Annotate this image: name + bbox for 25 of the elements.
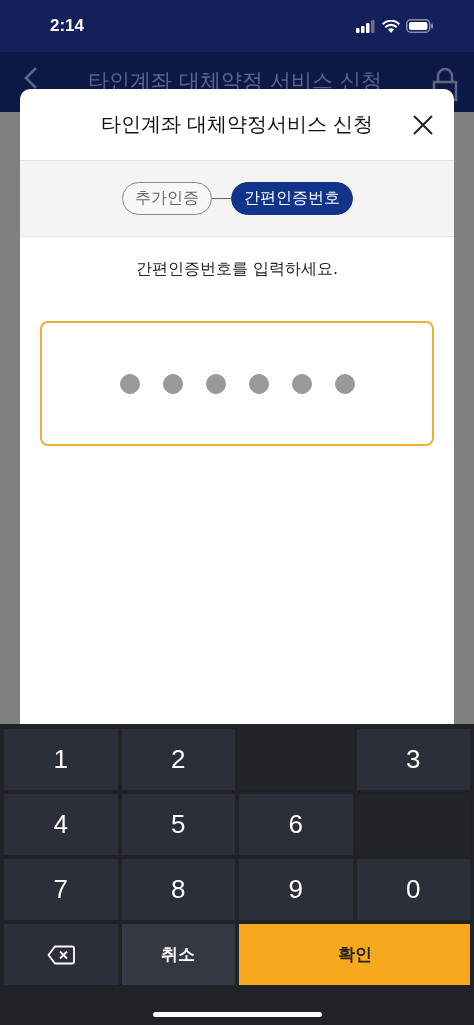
digit-key[interactable]: 9 [239,859,353,920]
dialog-title: 타인계좌 대체약정서비스 신청 [100,111,374,138]
digit-key[interactable]: 4 [4,794,118,855]
close-icon[interactable] [412,114,434,136]
digit-key[interactable]: 1 [4,729,118,790]
digit-key[interactable]: 8 [121,859,235,920]
digit-key[interactable]: 2 [121,729,235,790]
digit-key[interactable]: 0 [356,859,470,920]
backspace-icon [46,944,75,965]
instruction-text: 간편인증번호를 입력하세요. [134,259,340,280]
digit-key[interactable]: 7 [4,859,118,920]
wifi-icon [382,19,400,33]
pin-field[interactable] [40,321,434,446]
status-time: 2:14 [50,16,85,36]
step-pill: 간편인증번호 [230,182,353,215]
backspace-key[interactable] [4,924,118,985]
confirm-key[interactable]: 확인 [239,924,470,985]
digit-key[interactable]: 6 [239,794,353,855]
step-pill: 추가인증 [121,182,212,215]
battery-icon [406,19,434,33]
signal-icon [356,19,376,33]
digit-key[interactable]: 3 [356,729,470,790]
back-icon[interactable] [24,66,38,90]
digit-key[interactable]: 5 [121,794,235,855]
cancel-key[interactable]: 취소 [121,924,235,985]
